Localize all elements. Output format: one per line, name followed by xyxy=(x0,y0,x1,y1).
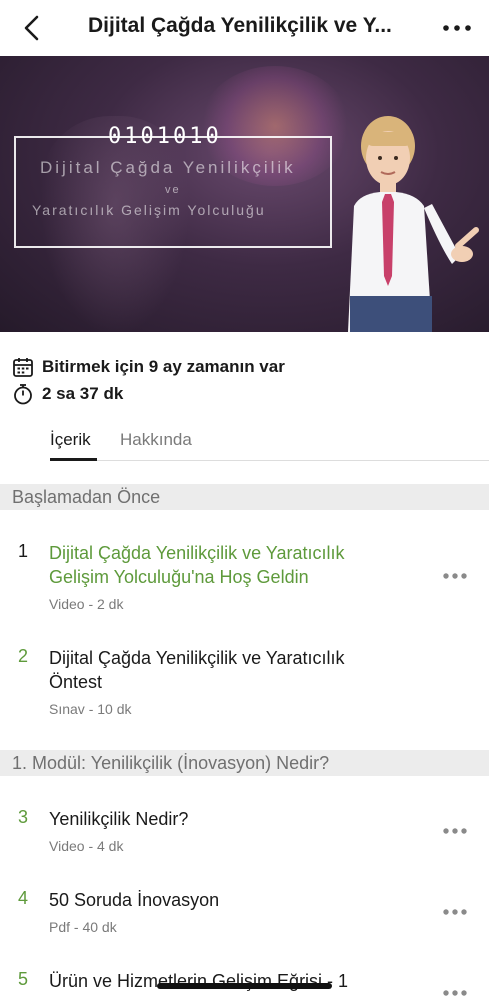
list-item[interactable]: 1 Dijital Çağda Yenilikçilik ve Yaratıcı… xyxy=(0,541,489,621)
chevron-left-icon[interactable] xyxy=(18,14,46,42)
item-number: 4 xyxy=(18,888,29,908)
course-video-thumbnail[interactable]: 0101010 Dijital Çağda Yenilikçilik ve Ya… xyxy=(0,56,489,332)
item-meta: Sınav - 10 dk xyxy=(49,701,132,717)
hero-title-line3: Yaratıcılık Gelişim Yolculuğu xyxy=(32,202,266,218)
item-title: Ürün ve Hizmetlerin Gelişim Eğrisi - 1 xyxy=(49,971,349,991)
page-title: Dijital Çağda Yenilikçilik ve Y... xyxy=(88,14,392,37)
item-number: 5 xyxy=(18,969,29,989)
tab-hakkinda[interactable]: Hakkında xyxy=(120,430,192,450)
hero-title-line2: ve xyxy=(165,184,181,196)
nav-bar: Dijital Çağda Yenilikçilik ve Y... xyxy=(0,0,489,56)
tabs-divider xyxy=(50,460,489,461)
item-number: 1 xyxy=(18,541,29,561)
list-item[interactable]: 3 Yenilikçilik Nedir? Video - 4 dk xyxy=(0,807,489,863)
item-number: 2 xyxy=(18,646,29,666)
more-options-icon[interactable] xyxy=(442,827,468,835)
item-title: Yenilikçilik Nedir? xyxy=(49,809,189,829)
list-item[interactable]: 2 Dijital Çağda Yenilikçilik ve Yaratıcı… xyxy=(0,646,489,726)
item-meta: Pdf - 40 dk xyxy=(49,919,117,935)
item-title: Dijital Çağda Yenilikçilik ve Yaratıcılı… xyxy=(49,648,345,692)
section-header: Başlamadan Önce xyxy=(0,484,489,510)
cartoon-avatar xyxy=(348,116,479,332)
section-header: 1. Modül: Yenilikçilik (İnovasyon) Nedir… xyxy=(0,750,489,776)
more-options-icon[interactable] xyxy=(442,989,468,997)
tab-icerik[interactable]: İçerik xyxy=(50,430,91,450)
more-options-icon[interactable] xyxy=(442,572,468,580)
item-title: 50 Soruda İnovasyon xyxy=(49,890,220,910)
list-item[interactable]: 4 50 Soruda İnovasyon Pdf - 40 dk xyxy=(0,888,489,944)
item-meta: Video - 2 dk xyxy=(49,596,124,612)
item-title: Dijital Çağda Yenilikçilik ve Yaratıcılı… xyxy=(49,543,345,587)
deadline-text: Bitirmek için 9 ay zamanın var xyxy=(42,357,285,376)
item-number: 3 xyxy=(18,807,29,827)
home-indicator[interactable] xyxy=(157,983,332,989)
item-meta: Video - 4 dk xyxy=(49,838,124,854)
binary-code-text: 0101010 xyxy=(108,124,222,149)
more-horizontal-icon[interactable] xyxy=(441,14,473,42)
calendar-icon xyxy=(13,358,33,377)
duration-text: 2 sa 37 dk xyxy=(42,384,124,403)
active-tab-indicator xyxy=(50,458,97,461)
more-options-icon[interactable] xyxy=(442,908,468,916)
hero-title-line1: Dijital Çağda Yenilikçilik xyxy=(40,158,296,177)
stopwatch-icon xyxy=(14,384,32,405)
content-tabs: İçerik Hakkında xyxy=(0,426,489,464)
